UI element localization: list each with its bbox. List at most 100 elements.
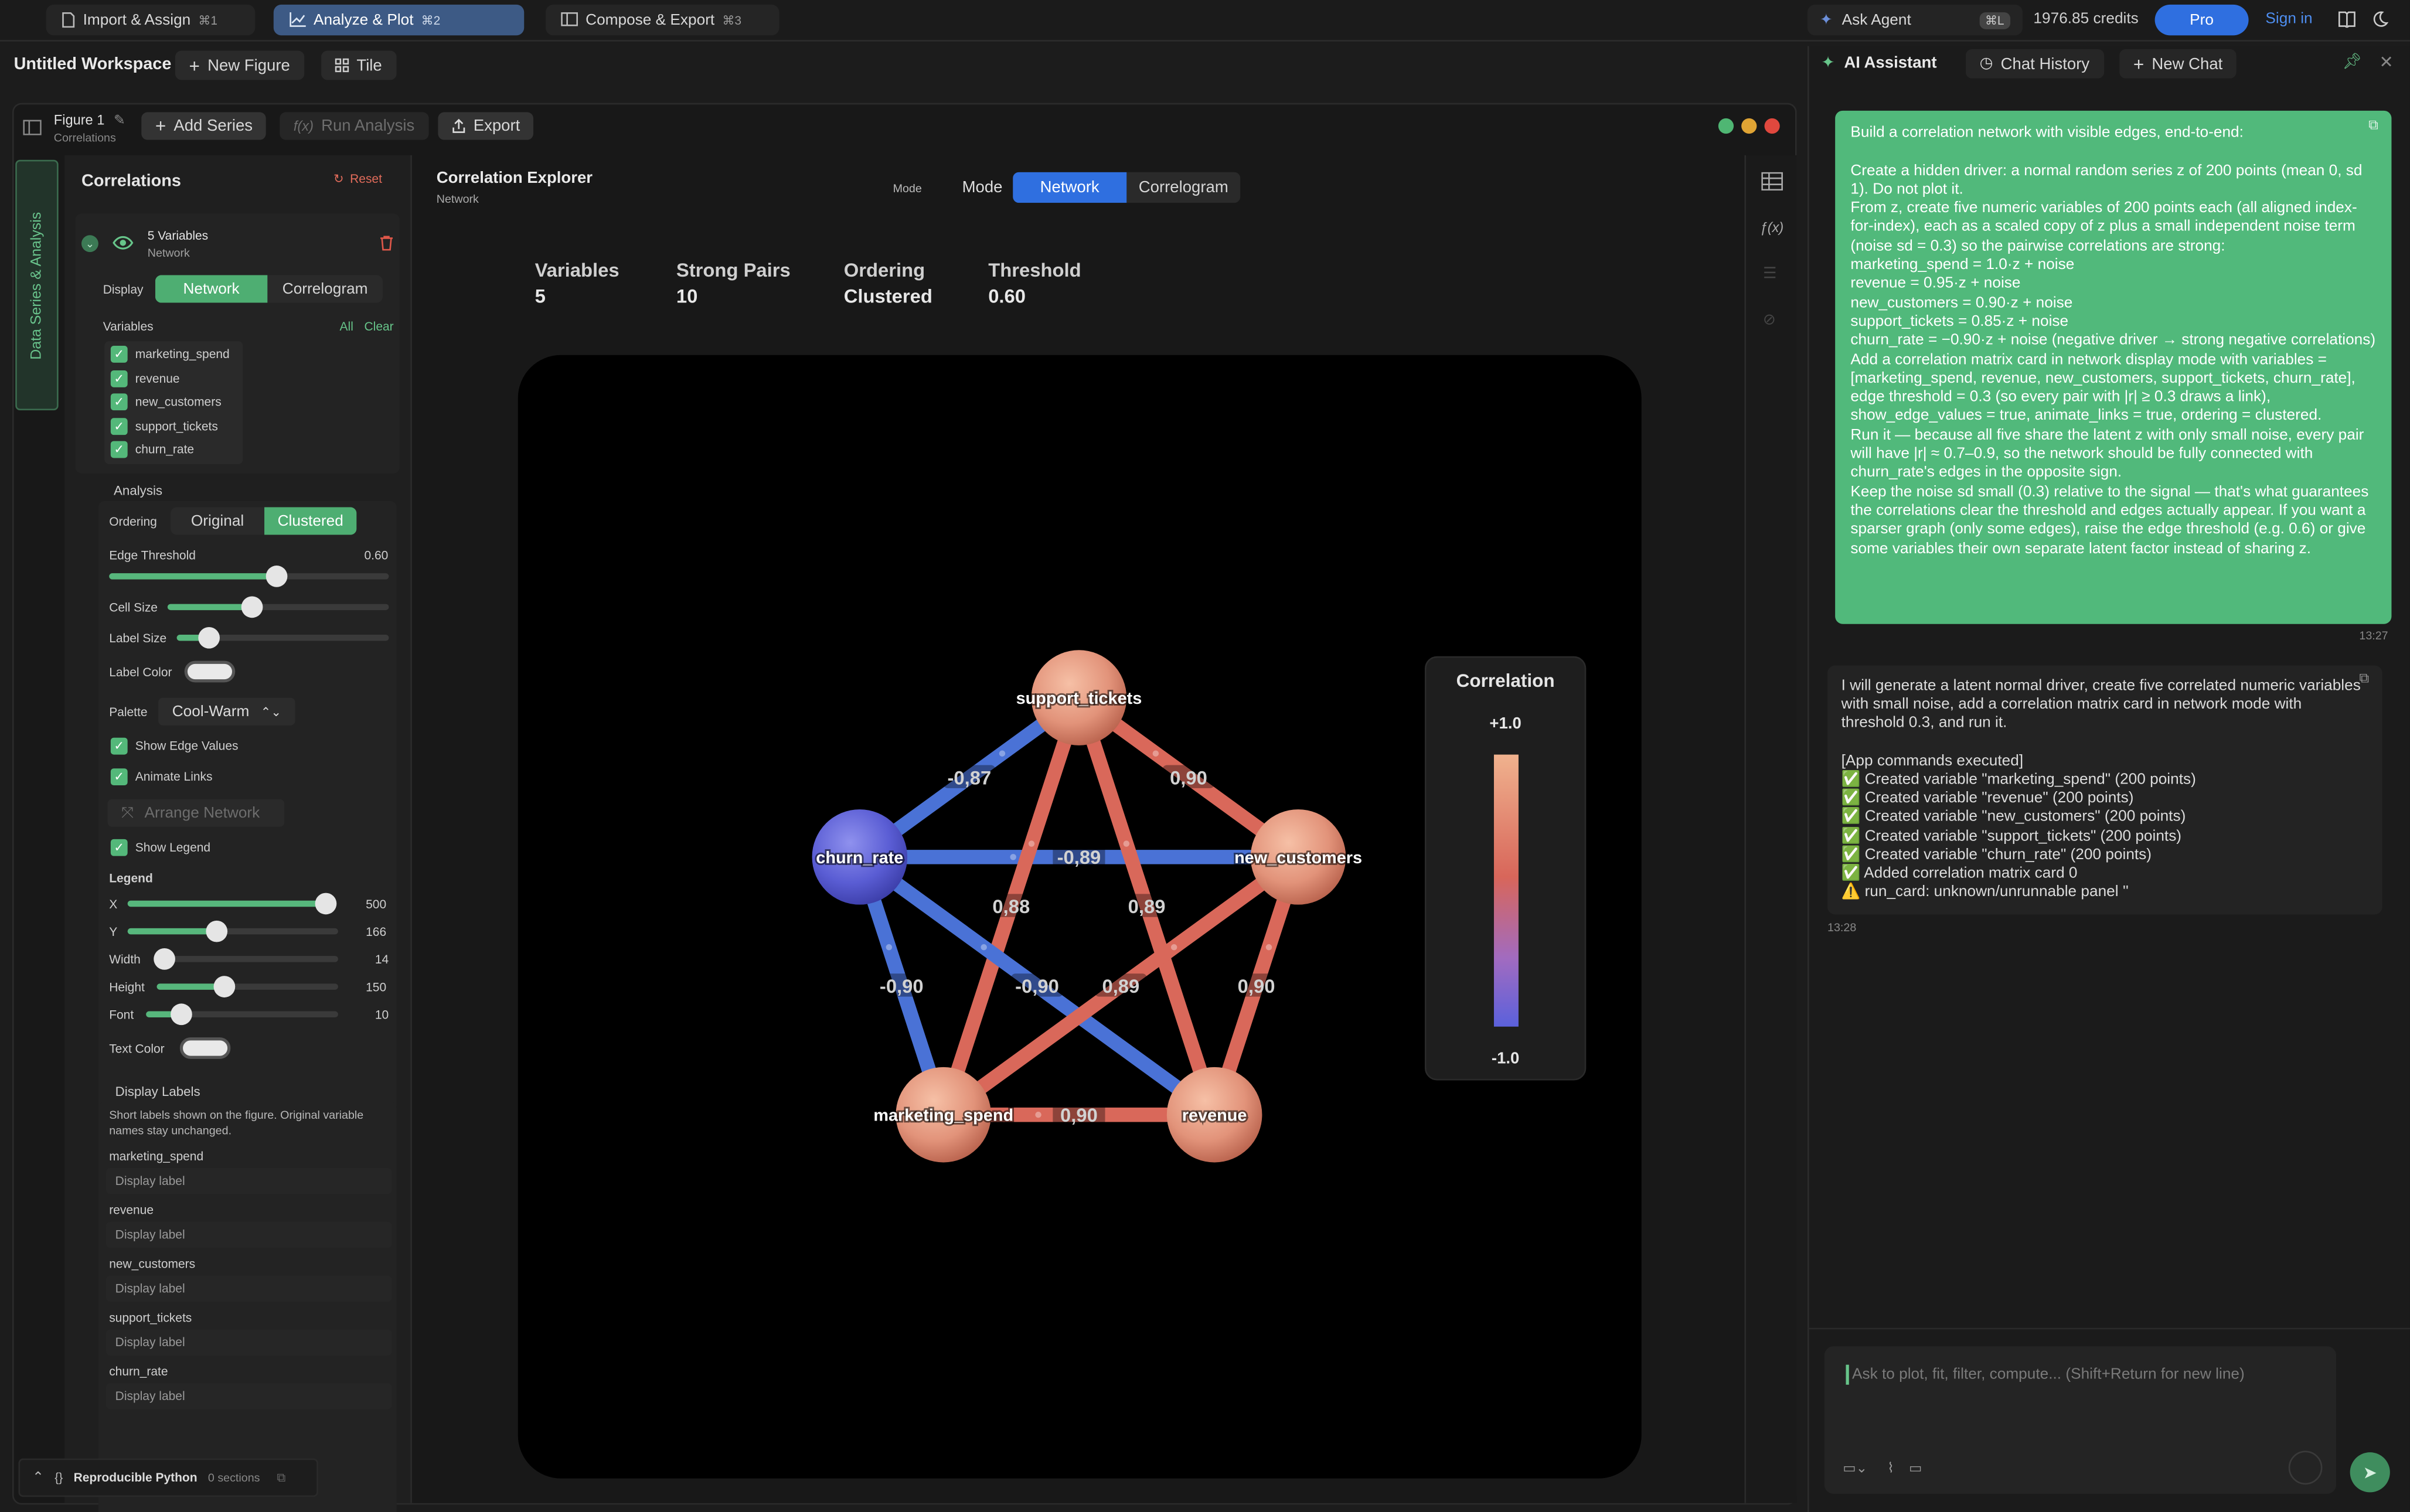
- display-label-input[interactable]: Display label: [105, 1275, 392, 1302]
- book-icon[interactable]: [2338, 11, 2356, 28]
- tile-button[interactable]: Tile: [321, 50, 396, 80]
- slider-knob[interactable]: [198, 626, 220, 649]
- pin-icon[interactable]: 📌︎: [2343, 54, 2362, 71]
- copy-icon[interactable]: ⧉: [2359, 670, 2369, 687]
- reset-icon: ↻: [333, 172, 344, 186]
- slider-knob[interactable]: [205, 920, 227, 942]
- display-label-input[interactable]: Display label: [105, 1221, 392, 1248]
- new-chat-label: New Chat: [2152, 55, 2223, 73]
- close-icon[interactable]: ✕: [2379, 52, 2393, 72]
- checkbox-icon: ✓: [110, 441, 128, 458]
- slider-knob[interactable]: [213, 976, 235, 997]
- edge-label: 0,90: [1170, 767, 1207, 788]
- show-legend-checkbox[interactable]: ✓ Show Legend: [110, 839, 210, 856]
- slider-knob[interactable]: [240, 596, 263, 618]
- trash-icon[interactable]: [380, 235, 394, 251]
- text-color-swatch[interactable]: [179, 1037, 231, 1059]
- display-label-input[interactable]: Display label: [105, 1383, 392, 1409]
- reset-button[interactable]: ↻ Reset: [333, 172, 382, 186]
- display-correlogram-option[interactable]: Correlogram: [267, 275, 383, 302]
- label-color-swatch[interactable]: [184, 660, 236, 683]
- variable-item[interactable]: ✓ new_customers: [110, 393, 222, 411]
- maximize-dot[interactable]: [1718, 118, 1734, 134]
- label-size-slider[interactable]: [176, 626, 389, 649]
- export-button[interactable]: Export: [438, 112, 534, 140]
- workspace-bar: Untitled Workspace + New Figure Tile: [0, 46, 1798, 86]
- copy-icon[interactable]: ⧉: [277, 1470, 285, 1485]
- variable-item[interactable]: ✓ revenue: [110, 370, 180, 387]
- pencil-icon[interactable]: ✎: [114, 112, 125, 129]
- table-icon[interactable]: [1761, 172, 1783, 191]
- settings-icon[interactable]: ⊘: [1763, 312, 1776, 329]
- legend-y-slider[interactable]: [127, 920, 338, 942]
- edge-label: -0,90: [880, 975, 924, 997]
- chat-history-button[interactable]: ◷ Chat History: [1966, 49, 2103, 79]
- eye-icon[interactable]: [112, 235, 134, 250]
- run-analysis-button[interactable]: f(x) Run Analysis: [280, 112, 428, 140]
- arrange-network-button[interactable]: ⤧ Arrange Network: [107, 799, 285, 827]
- send-button[interactable]: ➤: [2350, 1452, 2390, 1493]
- variable-item[interactable]: ✓ support_tickets: [110, 418, 218, 435]
- slider-knob[interactable]: [315, 893, 337, 915]
- display-network-option[interactable]: Network: [155, 275, 268, 303]
- display-labels-card: [98, 1102, 397, 1512]
- legend-height-slider[interactable]: [156, 976, 338, 997]
- mode-network-option[interactable]: Network: [1013, 172, 1127, 203]
- collapse-icon[interactable]: ⌄: [81, 235, 98, 253]
- legend-x-slider[interactable]: [127, 893, 337, 915]
- data-series-tab[interactable]: Data Series & Analysis: [15, 159, 59, 411]
- edge-threshold-slider[interactable]: [109, 566, 389, 587]
- copy-icon[interactable]: ⧉: [2368, 117, 2378, 134]
- add-series-button[interactable]: + Add Series: [141, 112, 267, 140]
- minimize-dot[interactable]: [1741, 118, 1757, 134]
- legend-font-slider[interactable]: [146, 1003, 338, 1026]
- animate-links-checkbox[interactable]: ✓ Animate Links: [110, 768, 213, 786]
- close-dot[interactable]: [1764, 118, 1780, 134]
- ordering-original-option[interactable]: Original: [171, 507, 264, 534]
- checkbox-icon: ✓: [110, 370, 128, 387]
- edge-label: 0,89: [1102, 975, 1139, 997]
- correlations-panel: Correlations ↻ Reset ⌄ 5 Variables Netwo…: [64, 155, 412, 1512]
- slider-fill: [167, 604, 252, 611]
- checkbox-icon: ✓: [110, 768, 128, 786]
- ask-agent-button[interactable]: ✦ Ask Agent ⌘L: [1807, 4, 2023, 36]
- attach-icon[interactable]: ⌇: [1887, 1460, 1894, 1477]
- list-icon[interactable]: ☰: [1763, 266, 1777, 283]
- slider-knob[interactable]: [154, 948, 175, 970]
- ordering-clustered-option[interactable]: Clustered: [264, 507, 357, 535]
- reproducible-python-bar[interactable]: ⌃ {} Reproducible Python 0 sections ⧉: [18, 1458, 318, 1497]
- legend-y-value: 166: [366, 925, 387, 939]
- node-label: churn_rate: [816, 849, 903, 867]
- panel-toggle-icon[interactable]: [23, 120, 42, 135]
- palette-select[interactable]: Cool-Warm ⌃⌄: [158, 697, 295, 726]
- display-labels-desc: Short labels shown on the figure. Origin…: [109, 1108, 364, 1138]
- folder-icon[interactable]: ▭: [1909, 1460, 1922, 1477]
- stat-label: Strong Pairs: [676, 260, 791, 281]
- function-icon[interactable]: ƒ(x): [1760, 220, 1784, 235]
- pro-button[interactable]: Pro: [2154, 4, 2249, 36]
- variable-item[interactable]: ✓ marketing_spend: [110, 346, 230, 363]
- variable-item[interactable]: ✓ churn_rate: [110, 441, 194, 458]
- chat-input[interactable]: Ask to plot, fit, filter, compute... (Sh…: [1852, 1366, 2245, 1383]
- assistant-title: ✦ AI Assistant: [1822, 54, 1937, 72]
- new-figure-button[interactable]: + New Figure: [175, 50, 304, 80]
- legend-width-slider[interactable]: [154, 948, 338, 970]
- display-label-input[interactable]: Display label: [105, 1168, 392, 1194]
- new-chat-button[interactable]: + New Chat: [2119, 49, 2237, 79]
- moon-icon[interactable]: [2371, 11, 2389, 28]
- sign-in-link[interactable]: Sign in: [2265, 11, 2312, 28]
- tab-import-assign[interactable]: Import & Assign ⌘1: [46, 4, 256, 36]
- variable-name: marketing_spend: [135, 347, 230, 362]
- edge-flow-dot: [981, 944, 987, 951]
- display-label-input[interactable]: Display label: [105, 1329, 392, 1356]
- tab-analyze-plot[interactable]: Analyze & Plot ⌘2: [273, 4, 525, 36]
- mode-correlogram-option[interactable]: Correlogram: [1126, 172, 1240, 203]
- select-all-link[interactable]: All: [340, 319, 353, 333]
- image-icon[interactable]: ▭⌄: [1843, 1460, 1867, 1477]
- tile-label: Tile: [356, 56, 382, 75]
- cell-size-slider[interactable]: [167, 596, 389, 618]
- show-edge-values-checkbox[interactable]: ✓ Show Edge Values: [110, 737, 239, 755]
- clear-link[interactable]: Clear: [365, 319, 394, 333]
- tab-compose-export[interactable]: Compose & Export ⌘3: [545, 4, 779, 36]
- reset-label: Reset: [350, 172, 382, 186]
